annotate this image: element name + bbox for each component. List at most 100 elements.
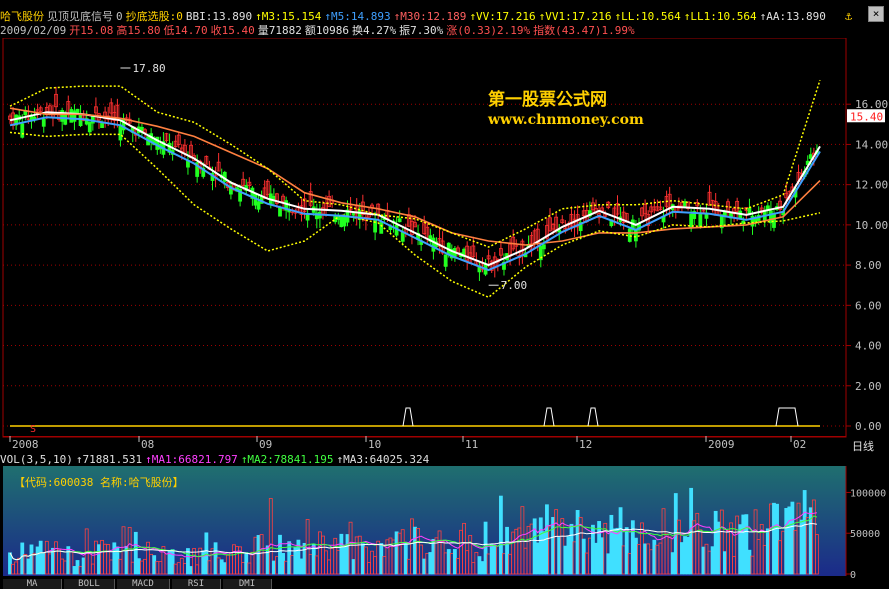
price-axis-label: 6.00: [855, 299, 882, 312]
volume-bar: [606, 553, 611, 575]
volume-bar: [532, 518, 537, 575]
candle-body: [118, 125, 123, 141]
volume-value-1: ↑71881.531: [75, 454, 143, 466]
indicator-name[interactable]: 见顶见底信号: [47, 11, 113, 23]
ohlc-value-7: 振7.30%: [399, 25, 444, 37]
indicator-value-3: ↑M30:12.189: [393, 11, 467, 23]
signal-pulse: [775, 407, 799, 427]
volume-bar: [787, 506, 792, 575]
volume-bar: [772, 502, 776, 575]
volume-bar: [97, 544, 101, 575]
price-axis-label: 10.00: [855, 219, 888, 232]
candle-body: [431, 237, 436, 252]
high-annotation: 17.80: [132, 62, 165, 75]
volume-axis-label: 100000: [850, 488, 886, 499]
volume-bar: [634, 537, 638, 575]
stock-name[interactable]: 哈飞股份: [0, 11, 44, 23]
ohlc-value-4: 量71882: [257, 25, 302, 37]
candle-body: [20, 123, 25, 138]
candle-body: [772, 213, 776, 228]
volume-bar: [446, 549, 451, 575]
volume-bar: [643, 543, 648, 575]
candle-body: [69, 109, 74, 123]
volume-bar: [75, 560, 80, 575]
volume-bar: [133, 531, 138, 575]
candle-body: [541, 244, 546, 250]
tab-macd[interactable]: MACD: [117, 579, 170, 589]
indicator-value-2: ↑M5:14.893: [324, 11, 391, 23]
volume-bar: [81, 557, 86, 575]
volume-bar: [38, 540, 43, 575]
time-axis-label: 11: [465, 438, 478, 451]
volume-bar: [271, 560, 276, 575]
indicator-value-4: ↑VV:17.216: [469, 11, 536, 23]
volume-bar: [569, 523, 574, 575]
volume-bar: [505, 526, 509, 575]
tab-dmi[interactable]: DMI: [223, 579, 272, 589]
tab-boll[interactable]: BOLL: [64, 579, 115, 589]
signal-pulse: [587, 407, 599, 427]
tab-rsi[interactable]: RSI: [172, 579, 221, 589]
volume-bar: [428, 552, 433, 575]
period-label[interactable]: 日线: [852, 438, 874, 454]
volume-bar: [219, 559, 224, 575]
volume-bar: [557, 537, 562, 575]
volume-bar: [72, 566, 77, 575]
time-axis-label: 2009: [708, 438, 735, 451]
ohlc-value-3: 收15.40: [210, 25, 255, 37]
screen-name: 抄底选股:0: [125, 11, 183, 23]
volume-bar: [222, 562, 227, 575]
volume-bar: [281, 553, 285, 575]
candle-body: [63, 114, 68, 125]
volume-value-2: ↑MA1:66821.797: [145, 454, 238, 466]
signal-marker: S: [30, 424, 37, 435]
candle-body: [753, 218, 758, 223]
volume-bar: [204, 532, 209, 575]
ohlc-value-0: 开15.08: [69, 25, 114, 37]
volume-bar: [345, 534, 350, 575]
price-axis-label: 12.00: [855, 179, 888, 192]
volume-bar: [403, 542, 408, 575]
volume-bar: [609, 514, 614, 575]
indicator-value-5: ↑VV1:17.216: [538, 11, 612, 23]
close-icon[interactable]: ×: [868, 6, 884, 22]
price-chart[interactable]: 16.00 14.00 12.00 10.00 8.00 6.00 4.00 2.00 0.00…: [0, 38, 889, 438]
volume-bar: [775, 503, 779, 575]
volume-bar: [342, 544, 347, 575]
candle-body: [278, 207, 282, 217]
volume-bar: [112, 542, 117, 575]
time-axis-label: 12: [579, 438, 592, 451]
signal-pulse: [543, 407, 555, 427]
indicator-value-8: ↑AA:13.890: [759, 11, 826, 23]
volume-bar: [790, 501, 795, 575]
volume-bar: [422, 558, 427, 575]
volume-bar: [597, 521, 601, 575]
ohlc-value-1: 高15.80: [116, 25, 161, 37]
volume-bar: [618, 507, 623, 575]
volume-axis-label: 0: [850, 570, 856, 579]
candle-body: [256, 201, 261, 210]
volume-bar: [360, 543, 365, 575]
volume-bar: [152, 555, 157, 575]
candle-body: [87, 121, 92, 133]
indicator-value-7: ↑LL1:10.564: [683, 11, 757, 23]
volume-bar: [302, 542, 307, 575]
candle-body: [379, 221, 384, 234]
candle-body: [339, 215, 344, 228]
time-axis-label: 02: [793, 438, 806, 451]
volume-bar: [413, 526, 417, 575]
volume-bar: [541, 531, 546, 575]
volume-bar: [686, 536, 690, 575]
indicator-header: 哈飞股份 见顶见底信号 0 抄底选股:0 BBI:13.890 ↑M3:15.154 ↑M5…: [0, 11, 889, 23]
volume-axis-label: 50000: [850, 529, 880, 540]
volume-bar: [722, 551, 727, 575]
tab-ma[interactable]: MA: [3, 579, 62, 589]
anchor-icon[interactable]: ⚓: [845, 9, 852, 23]
volume-bar: [213, 542, 218, 575]
indicator-values: BBI:13.890 ↑M3:15.154 ↑M5:14.893 ↑M30:12.18…: [186, 11, 829, 23]
volume-bar: [8, 552, 12, 575]
volume-bar: [170, 549, 175, 575]
volume-bar: [689, 487, 694, 575]
signal-pulse: [402, 407, 414, 427]
volume-bar: [278, 534, 282, 575]
